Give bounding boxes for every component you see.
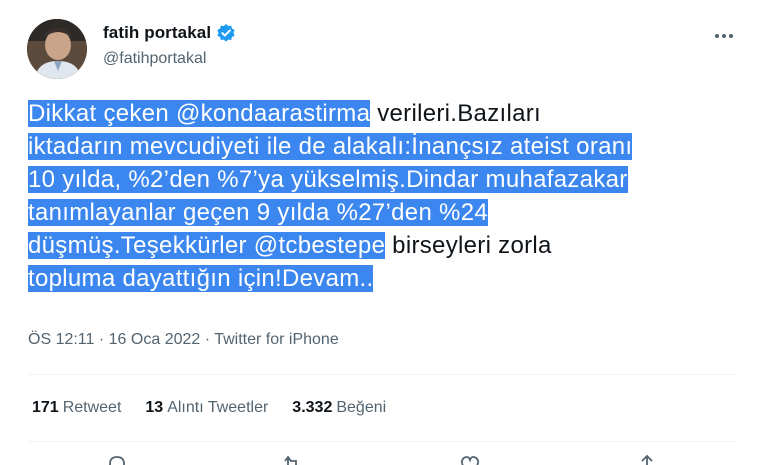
author-display-name[interactable]: fatih portakal: [103, 23, 211, 43]
quote-count[interactable]: 13 Alıntı Tweetler: [145, 399, 268, 417]
like-count[interactable]: 3.332 Beğeni: [292, 399, 386, 417]
share-icon[interactable]: [634, 452, 660, 465]
author-name-row: fatih portakal: [103, 23, 236, 43]
tweet-line: topluma dayattığın için!Devam..: [28, 265, 374, 292]
like-icon[interactable]: [457, 452, 483, 465]
author-handle[interactable]: @fatihportakal: [103, 50, 206, 68]
retweet-icon[interactable]: [279, 452, 305, 465]
retweet-count[interactable]: 171 Retweet: [32, 399, 121, 417]
tweet-time[interactable]: ÖS 12:11: [28, 331, 94, 348]
tweet-date[interactable]: 16 Oca 2022: [109, 331, 201, 348]
tweet-line: düşmüş.Teşekkürler @tcbestepe birseyleri…: [28, 232, 552, 259]
action-bar: [0, 452, 760, 465]
tweet-line: 10 yılda, %2’den %7’ya yükselmiş.Dindar …: [28, 166, 628, 193]
more-options-icon: [715, 34, 733, 38]
more-options-button[interactable]: [710, 22, 738, 50]
reply-icon[interactable]: [104, 452, 130, 465]
meta-separator: ·: [204, 331, 211, 348]
tweet-source[interactable]: Twitter for iPhone: [214, 331, 339, 348]
meta-separator: ·: [98, 331, 105, 348]
verified-badge-icon: [216, 23, 236, 43]
tweet-line: iktadarın mevcudiyeti ile de alakalı:İna…: [28, 133, 633, 160]
tweet-line: Dikkat çeken @kondaarastirma verileri.Ba…: [28, 100, 542, 127]
tweet-text: Dikkat çeken @kondaarastirma verileri.Ba…: [28, 97, 748, 295]
engagement-stats: 171 Retweet 13 Alıntı Tweetler 3.332 Beğeni: [32, 399, 410, 417]
tweet-meta: ÖS 12:11 · 16 Oca 2022 · Twitter for iPh…: [28, 331, 339, 349]
divider: [28, 374, 736, 375]
avatar[interactable]: [27, 19, 87, 79]
tweet-line: tanımlayanlar geçen 9 yılda %27’den %24: [28, 199, 488, 226]
divider: [28, 441, 736, 442]
